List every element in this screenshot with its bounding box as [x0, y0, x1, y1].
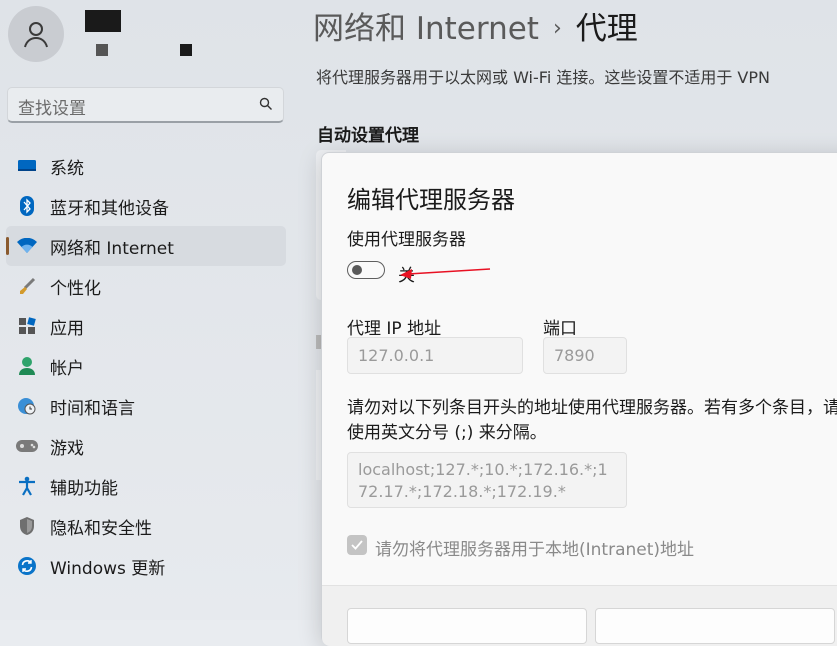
proxy-ip-label: 代理 IP 地址	[347, 319, 442, 339]
sidebar-item-gaming[interactable]: 游戏	[6, 426, 286, 466]
sidebar-item-label: 隐私和安全性	[50, 518, 152, 539]
sidebar-item-apps[interactable]: 应用	[6, 306, 286, 346]
account-icon	[16, 355, 38, 377]
page-title: 代理	[575, 11, 638, 47]
use-proxy-label: 使用代理服务器	[347, 230, 466, 250]
dialog-footer	[322, 585, 837, 646]
gamepad-icon	[16, 435, 38, 457]
sidebar-item-windows-update[interactable]: Windows 更新	[6, 546, 286, 586]
proxy-ip-field[interactable]: 127.0.0.1	[347, 337, 523, 374]
search-icon[interactable]	[259, 97, 273, 111]
sidebar-item-accessibility[interactable]: 辅助功能	[6, 466, 286, 506]
sidebar-item-label: 个性化	[50, 278, 101, 299]
sidebar-item-label: 系统	[50, 158, 84, 179]
sidebar-item-personalization[interactable]: 个性化	[6, 266, 286, 306]
sidebar-item-label: 网络和 Internet	[50, 238, 174, 259]
edit-proxy-dialog: 编辑代理服务器 使用代理服务器 关 代理 IP 地址 端口 127.0.0.1 …	[321, 152, 837, 646]
update-icon	[16, 555, 38, 577]
auto-proxy-section-title: 自动设置代理	[317, 126, 419, 146]
sidebar-item-label: Windows 更新	[50, 558, 166, 579]
exceptions-field[interactable]: localhost;127.*;10.*;172.16.*;172.17.*;1…	[347, 452, 627, 508]
breadcrumb-separator: ›	[552, 16, 562, 41]
wifi-icon	[16, 235, 38, 257]
accessibility-icon	[16, 475, 38, 497]
apps-icon	[16, 315, 38, 337]
exceptions-label: 请勿对以下列条目开头的地址使用代理服务器。若有多个条目，请使用英文分号 (;) …	[347, 398, 837, 443]
search-input[interactable]: 查找设置	[18, 94, 86, 119]
use-proxy-toggle[interactable]	[347, 261, 385, 279]
sidebar-item-privacy[interactable]: 隐私和安全性	[6, 506, 286, 546]
sidebar-item-label: 帐户	[50, 358, 84, 379]
monitor-icon	[16, 155, 38, 177]
sidebar-item-label: 游戏	[50, 438, 84, 459]
sidebar-item-label: 辅助功能	[50, 478, 118, 499]
dialog-title: 编辑代理服务器	[347, 186, 515, 214]
save-button[interactable]	[347, 608, 587, 644]
avatar[interactable]	[8, 6, 64, 62]
sidebar-item-system[interactable]: 系统	[6, 146, 286, 186]
redacted-username	[85, 10, 121, 32]
search-box[interactable]: 查找设置	[7, 87, 284, 123]
checkmark-icon	[351, 540, 363, 550]
local-address-checkbox-label: 请勿将代理服务器用于本地(Intranet)地址	[375, 540, 695, 560]
sidebar-item-bluetooth[interactable]: 蓝牙和其他设备	[6, 186, 286, 226]
sidebar-item-network[interactable]: 网络和 Internet	[6, 226, 286, 266]
user-icon	[24, 22, 48, 48]
annotation-arrow-icon	[400, 268, 491, 279]
page-description: 将代理服务器用于以太网或 Wi-Fi 连接。这些设置不适用于 VPN	[316, 68, 770, 87]
sidebar-item-time-language[interactable]: 时间和语言	[6, 386, 286, 426]
cancel-button[interactable]	[595, 608, 835, 644]
sidebar-item-label: 应用	[50, 318, 84, 339]
port-label: 端口	[543, 319, 577, 339]
breadcrumb-parent[interactable]: 网络和 Internet	[313, 11, 539, 47]
redacted-email-part	[180, 44, 192, 56]
breadcrumb: 网络和 Internet › 代理	[313, 3, 638, 48]
brush-icon	[16, 275, 38, 297]
port-field[interactable]: 7890	[543, 337, 627, 374]
local-address-checkbox[interactable]	[347, 535, 367, 555]
sidebar-item-accounts[interactable]: 帐户	[6, 346, 286, 386]
shield-icon	[16, 515, 38, 537]
globe-clock-icon	[16, 395, 38, 417]
sidebar-nav: 系统 蓝牙和其他设备 网络和 Internet 个性化 应用 帐户 时间和语言 …	[6, 146, 286, 586]
bluetooth-icon	[16, 195, 38, 217]
redacted-email	[96, 44, 108, 56]
sidebar-item-label: 蓝牙和其他设备	[50, 198, 169, 219]
toggle-knob	[352, 265, 362, 275]
sidebar-item-label: 时间和语言	[50, 398, 135, 419]
